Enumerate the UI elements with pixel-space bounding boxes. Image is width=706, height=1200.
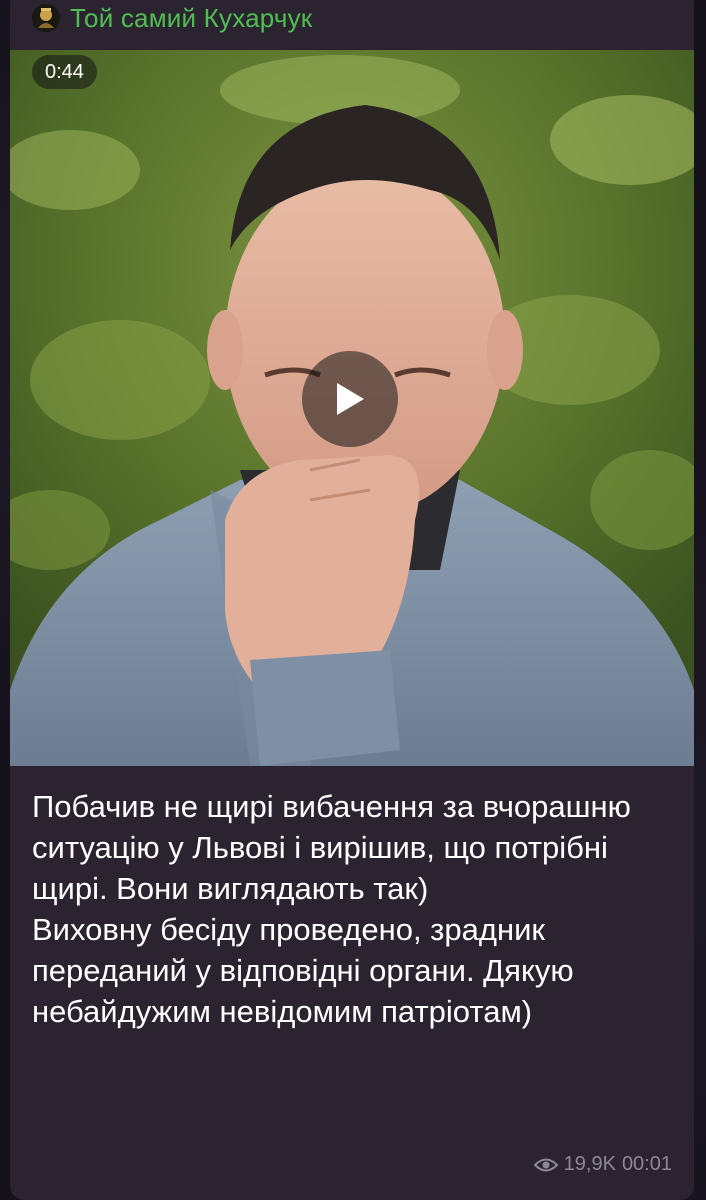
message-time: 00:01 [621, 1153, 672, 1175]
message-bubble[interactable]: Той самий Кухарчук 0:44 Побачив не щирі … [10, 0, 694, 1200]
video-duration-badge: 0:44 [32, 55, 97, 89]
caption-paragraph: Побачив не щирі вибачення за вчорашню си… [32, 789, 631, 906]
channel-avatar-image [32, 4, 60, 32]
play-icon [337, 383, 364, 415]
sender-name[interactable]: Той самий Кухарчук [70, 3, 312, 34]
channel-avatar[interactable] [32, 4, 60, 32]
caption-paragraph: Виховну бесіду проведено, зрадник переда… [32, 912, 574, 1029]
sender-row: Той самий Кухарчук [32, 0, 312, 38]
eye-icon [533, 1158, 558, 1171]
message-caption: Побачив не щирі вибачення за вчорашню си… [32, 786, 682, 1032]
message-meta: 19,9K 00:01 [533, 1153, 672, 1176]
play-button[interactable] [302, 351, 398, 447]
view-count: 19,9K [563, 1153, 616, 1175]
